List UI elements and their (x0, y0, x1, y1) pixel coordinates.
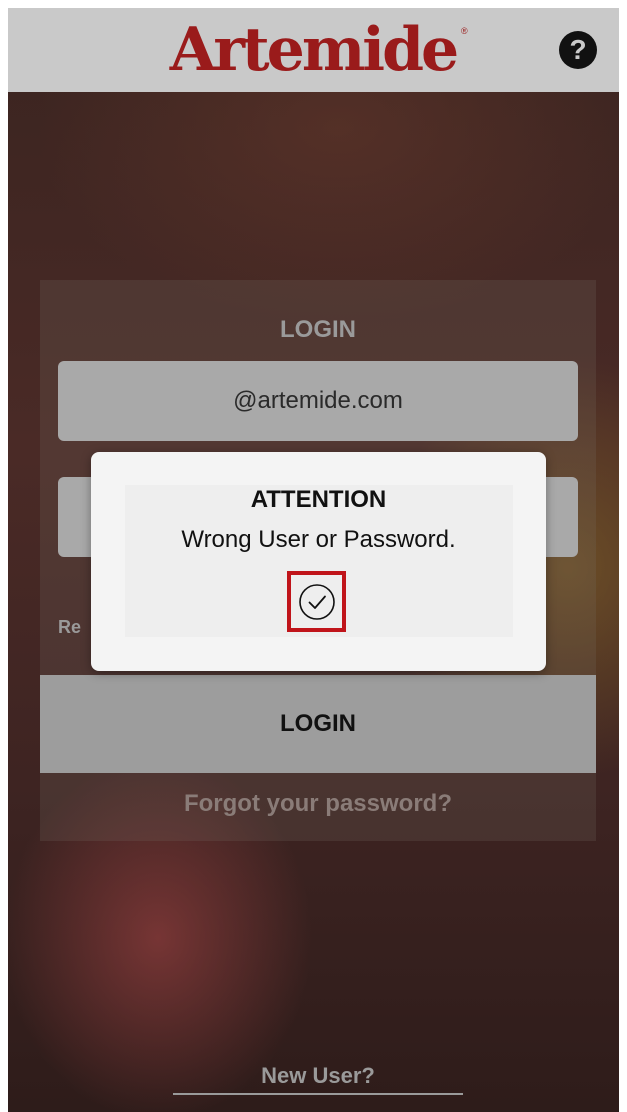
alert-confirm-button[interactable] (287, 571, 346, 632)
new-user-link[interactable]: New User? (173, 1063, 463, 1095)
login-title: LOGIN (280, 316, 356, 343)
alert-message: Wrong User or Password. (181, 526, 456, 553)
registered-mark: ® (461, 26, 468, 36)
forgot-password-link[interactable]: Forgot your password? (40, 790, 596, 818)
email-value: @artemide.com (233, 387, 403, 414)
alert-title: ATTENTION (250, 486, 387, 513)
app-screen: Artemide ® ? LOGIN @artemide.com Re LOGI… (8, 8, 619, 1112)
login-button[interactable]: LOGIN (40, 675, 596, 773)
artemide-logo: Artemide (169, 15, 459, 85)
help-glyph: ? (569, 34, 587, 65)
check-circle-icon (298, 583, 335, 620)
help-icon[interactable]: ? (559, 31, 597, 69)
header-bar: Artemide ® ? (8, 8, 619, 92)
email-field[interactable]: @artemide.com (58, 361, 578, 441)
remember-me-label[interactable]: Re (58, 617, 81, 638)
alert-dialog: ATTENTION Wrong User or Password. (91, 452, 546, 671)
